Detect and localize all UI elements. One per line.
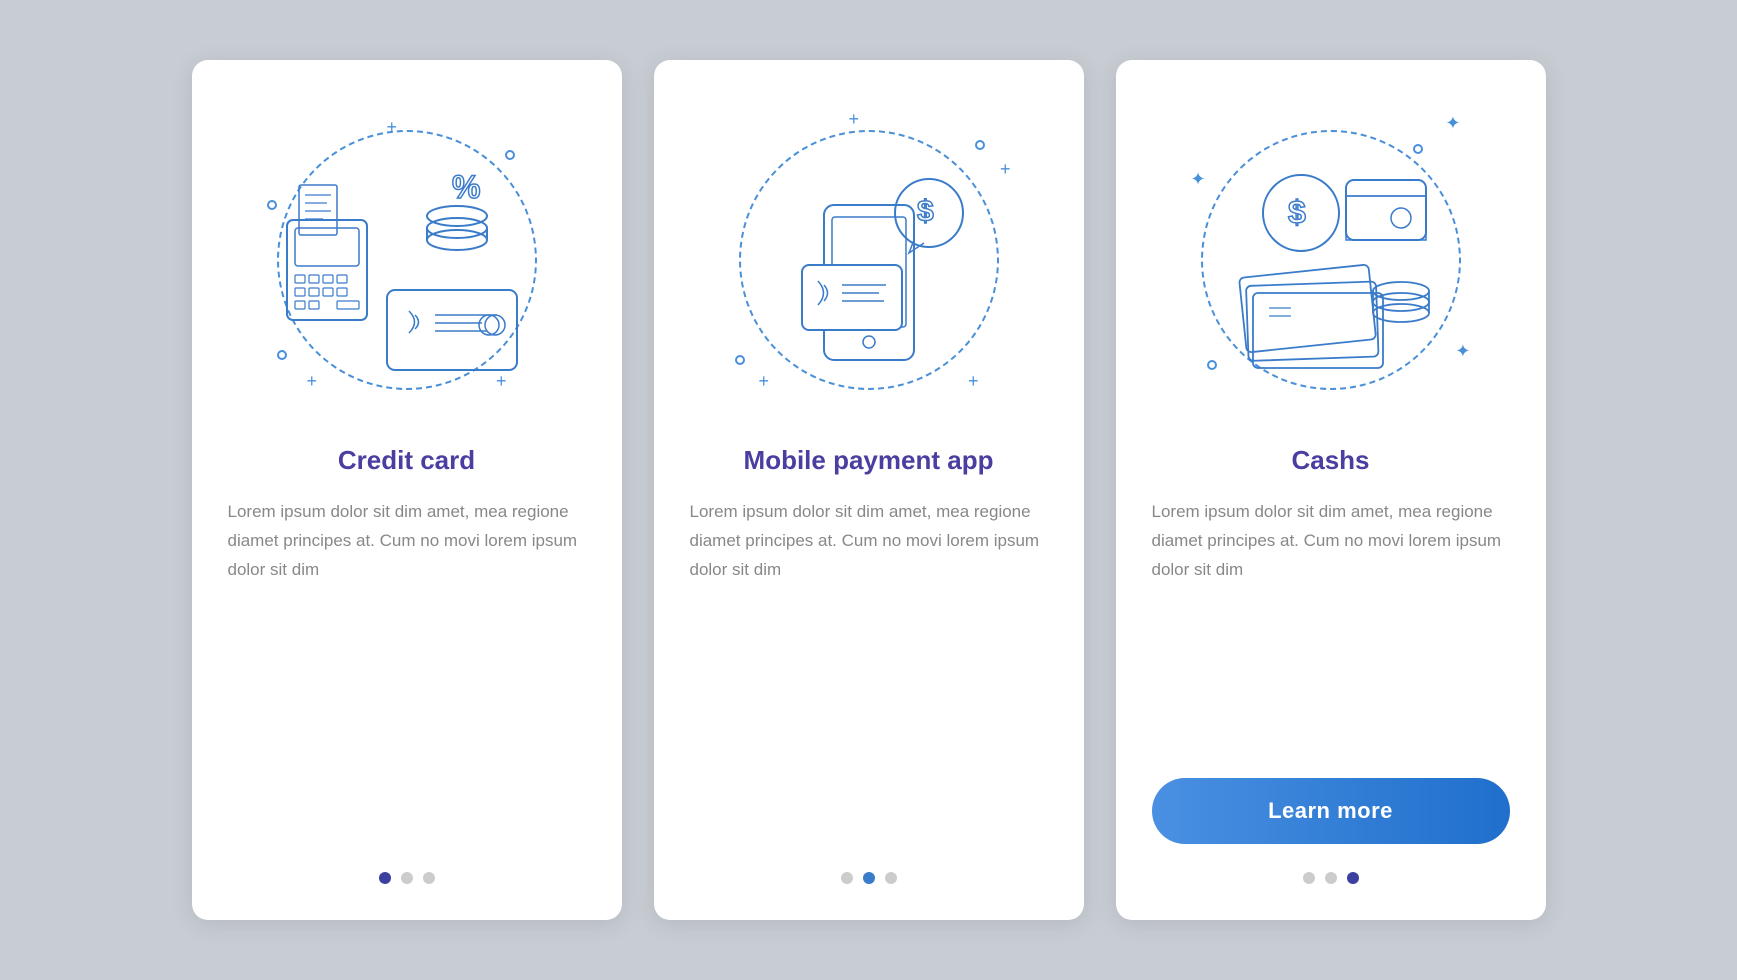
dot-3 [423,872,435,884]
card-title-mobile: Mobile payment app [744,444,994,478]
dot-9 [1347,872,1359,884]
dot-7 [1303,872,1315,884]
card-credit-card: + + + [192,60,622,920]
dot-8 [1325,872,1337,884]
deco-plus-4: + [849,110,860,128]
card-body-mobile: Lorem ipsum dolor sit dim amet, mea regi… [690,498,1048,844]
dot-4 [841,872,853,884]
dot-6 [885,872,897,884]
dots-credit [379,872,435,884]
card-cashs: ✦ ✦ ✦ $ [1116,60,1546,920]
learn-more-button[interactable]: Learn more [1152,778,1510,844]
dots-mobile [841,872,897,884]
svg-text:$: $ [917,195,934,228]
dot-2 [401,872,413,884]
svg-text:%: % [452,169,480,205]
card-mobile-payment: + + + + $ [654,60,1084,920]
card-title-cashs: Cashs [1291,444,1369,478]
dot-1 [379,872,391,884]
deco-plus-8: ✦ [1445,114,1460,132]
deco-plus-1: + [387,118,398,136]
mobile-payment-svg: $ [734,135,1004,385]
dots-cashs [1303,872,1359,884]
svg-text:$: $ [1288,194,1306,230]
credit-card-svg: % [267,140,547,380]
cards-container: + + + [192,60,1546,920]
dot-5 [863,872,875,884]
card-body-credit: Lorem ipsum dolor sit dim amet, mea regi… [228,498,586,844]
illustration-cashs: ✦ ✦ ✦ $ [1171,100,1491,420]
illustration-mobile-payment: + + + + $ [709,100,1029,420]
cashs-svg: $ [1191,138,1471,383]
card-title-credit: Credit card [338,444,475,478]
illustration-credit-card: + + + [247,100,567,420]
card-body-cashs: Lorem ipsum dolor sit dim amet, mea regi… [1152,498,1510,754]
